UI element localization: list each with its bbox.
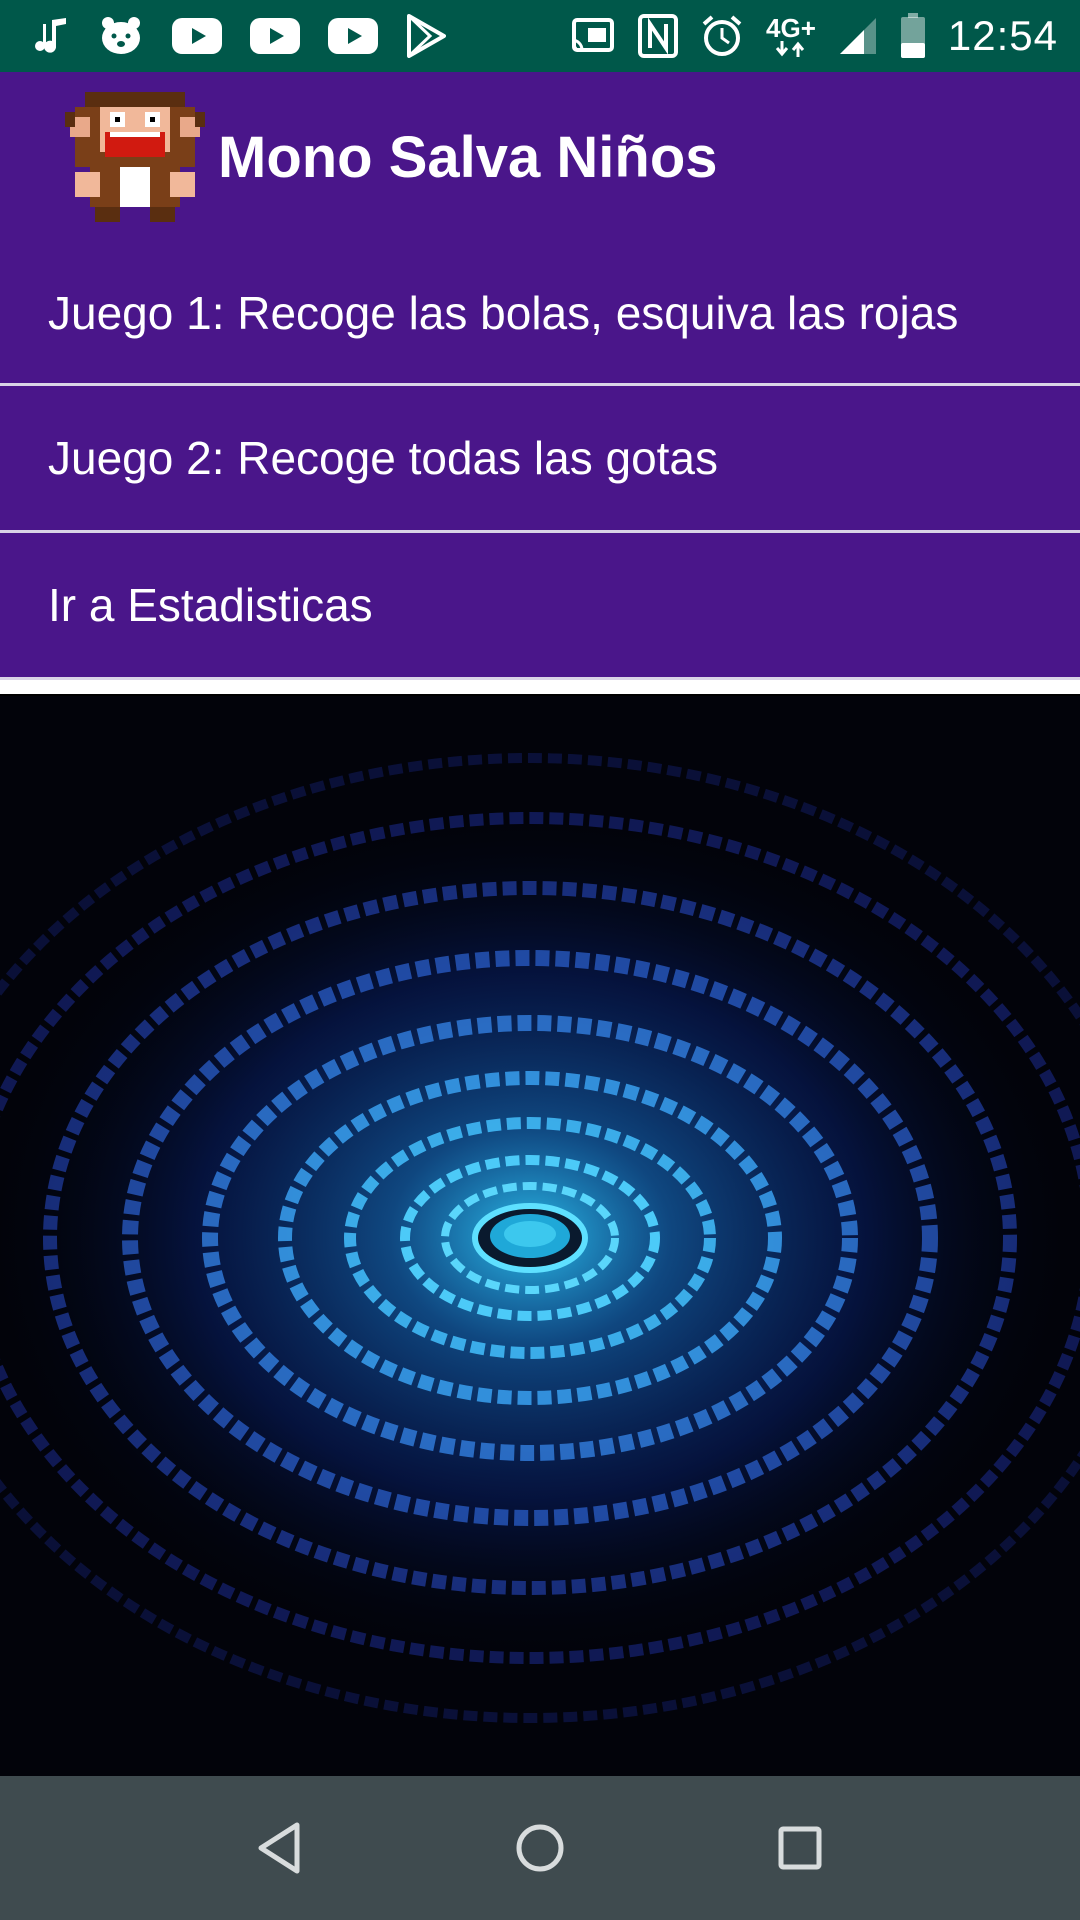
- navigation-bar: [0, 1776, 1080, 1920]
- network-type-label: 4G+: [766, 13, 816, 43]
- notification-icons: [30, 14, 474, 58]
- home-icon[interactable]: [495, 1803, 585, 1893]
- youtube-icon: [172, 18, 222, 54]
- game-menu: Juego 1: Recoge las bolas, esquiva las r…: [0, 242, 1080, 694]
- recents-icon[interactable]: [755, 1803, 845, 1893]
- menu-item-juego-1[interactable]: Juego 1: Recoge las bolas, esquiva las r…: [0, 242, 1080, 386]
- music-note-icon: [30, 16, 70, 56]
- signal-icon: [838, 16, 878, 56]
- status-bar: 4G+ 12:54: [0, 0, 1080, 72]
- menu-divider: [0, 680, 1080, 694]
- menu-item-juego-2[interactable]: Juego 2: Recoge todas las gotas: [0, 386, 1080, 533]
- nfc-icon: [638, 14, 679, 58]
- youtube-icon: [328, 18, 378, 54]
- battery-icon: [900, 13, 926, 59]
- monkey-logo: [60, 82, 210, 232]
- hamster-app-icon: [98, 14, 144, 58]
- alarm-icon: [700, 14, 744, 58]
- clock: 12:54: [947, 12, 1058, 59]
- app-screen: 4G+ 12:54 Mono Salva Niños Juego 1: Reco…: [0, 0, 1080, 1920]
- back-icon[interactable]: [235, 1803, 325, 1893]
- cast-icon: [570, 16, 616, 56]
- app-bar: Mono Salva Niños: [0, 72, 1080, 242]
- background-image: [0, 696, 1080, 1776]
- app-title: Mono Salva Niños: [218, 124, 718, 190]
- system-icons: 4G+ 12:54: [548, 12, 1058, 60]
- menu-item-estadisticas[interactable]: Ir a Estadisticas: [0, 533, 1080, 680]
- play-store-icon: [406, 14, 446, 58]
- network-4g-icon: 4G+: [766, 15, 816, 57]
- youtube-icon: [250, 18, 300, 54]
